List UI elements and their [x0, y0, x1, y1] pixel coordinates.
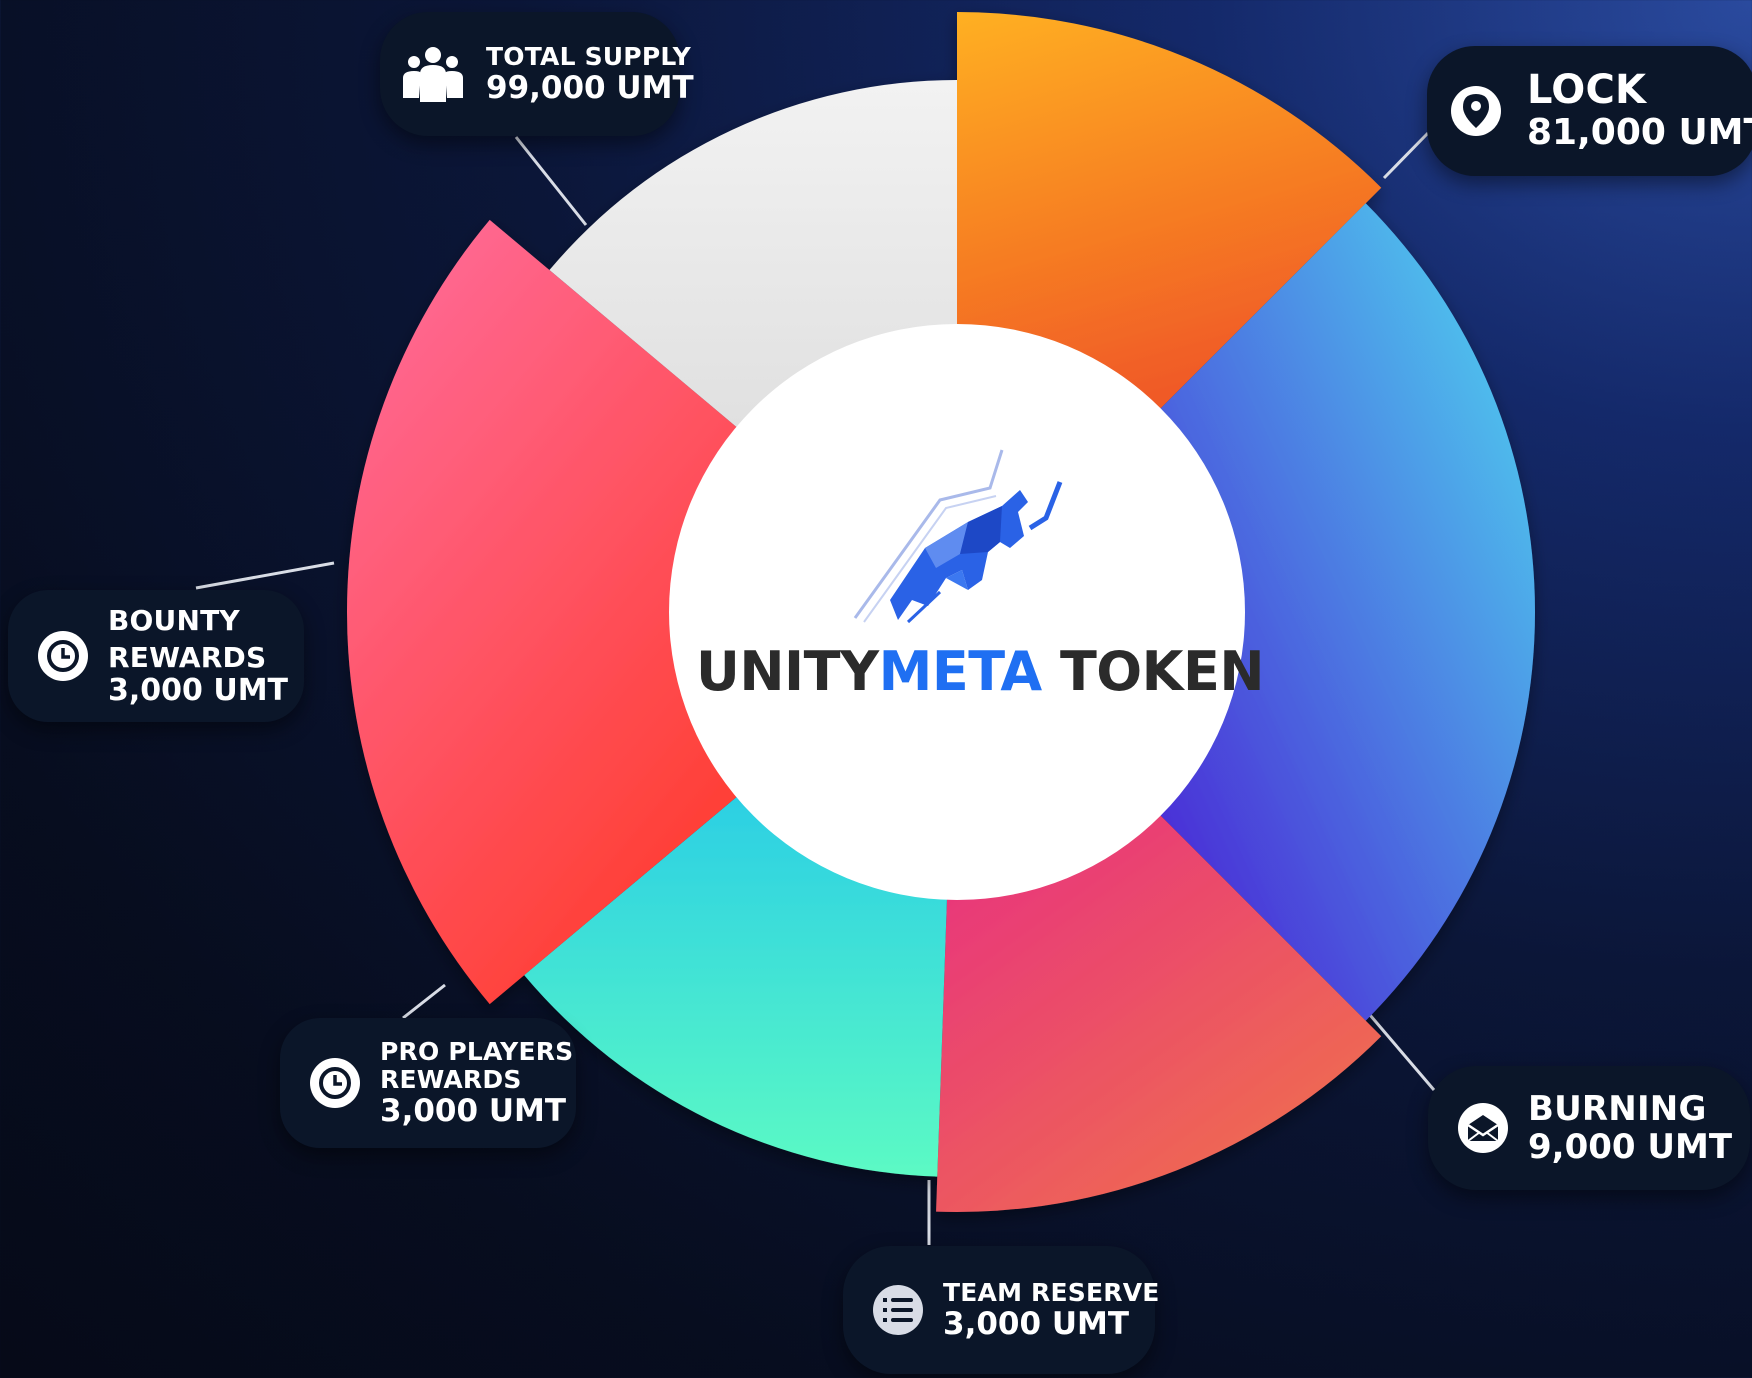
list-icon [873, 1285, 923, 1335]
lock-label: LOCK [1527, 67, 1647, 114]
pro-players-rewards-callout: PRO PLAYERS REWARDS 3,000 UMT [280, 1018, 576, 1148]
total-supply-value: 99,000 UMT [486, 69, 694, 106]
users-icon [400, 46, 466, 102]
total-supply-label: TOTAL SUPPLY [486, 41, 691, 71]
team-reserve-value: 3,000 UMT [943, 1305, 1130, 1342]
envelope-icon [1458, 1103, 1508, 1153]
wordmark-token: TOKEN [1041, 640, 1265, 703]
team-reserve-label: TEAM RESERVE [943, 1277, 1160, 1307]
clock-icon [38, 631, 88, 681]
burning-value: 9,000 UMT [1528, 1127, 1733, 1167]
wordmark-meta: META [878, 640, 1043, 703]
bounty-rewards-callout: BOUNTY REWARDS 3,000 UMT [8, 590, 304, 722]
leader-line-lock [1382, 131, 1430, 180]
pro-players-label-line2: REWARDS [380, 1064, 522, 1094]
leader-line-burning [1368, 1014, 1436, 1091]
brand-wordmark: UNITYMETA TOKEN [696, 640, 1265, 703]
bounty-label-line2: REWARDS [108, 641, 267, 675]
lock-value: 81,000 UMT [1527, 112, 1752, 154]
pro-players-label-line1: PRO PLAYERS [380, 1036, 574, 1066]
center-disc [669, 324, 1245, 900]
team-reserve-callout: TEAM RESERVE 3,000 UMT [843, 1246, 1159, 1374]
leader-line-total-supply [514, 136, 588, 226]
leader-line-bounty [195, 561, 335, 590]
leader-line-pro-players [402, 983, 446, 1020]
clock-icon [310, 1058, 360, 1108]
map-pin-icon [1451, 86, 1501, 136]
lock-callout: LOCK 81,000 UMT [1427, 46, 1752, 176]
burning-label: BURNING [1528, 1088, 1707, 1129]
bounty-label-line1: BOUNTY [108, 603, 240, 637]
total-supply-callout: TOTAL SUPPLY 99,000 UMT [380, 12, 694, 136]
pro-players-value: 3,000 UMT [380, 1092, 567, 1129]
bounty-value: 3,000 UMT [108, 672, 289, 708]
burning-callout: BURNING 9,000 UMT [1428, 1066, 1750, 1190]
wordmark-unity: UNITY [696, 640, 879, 703]
